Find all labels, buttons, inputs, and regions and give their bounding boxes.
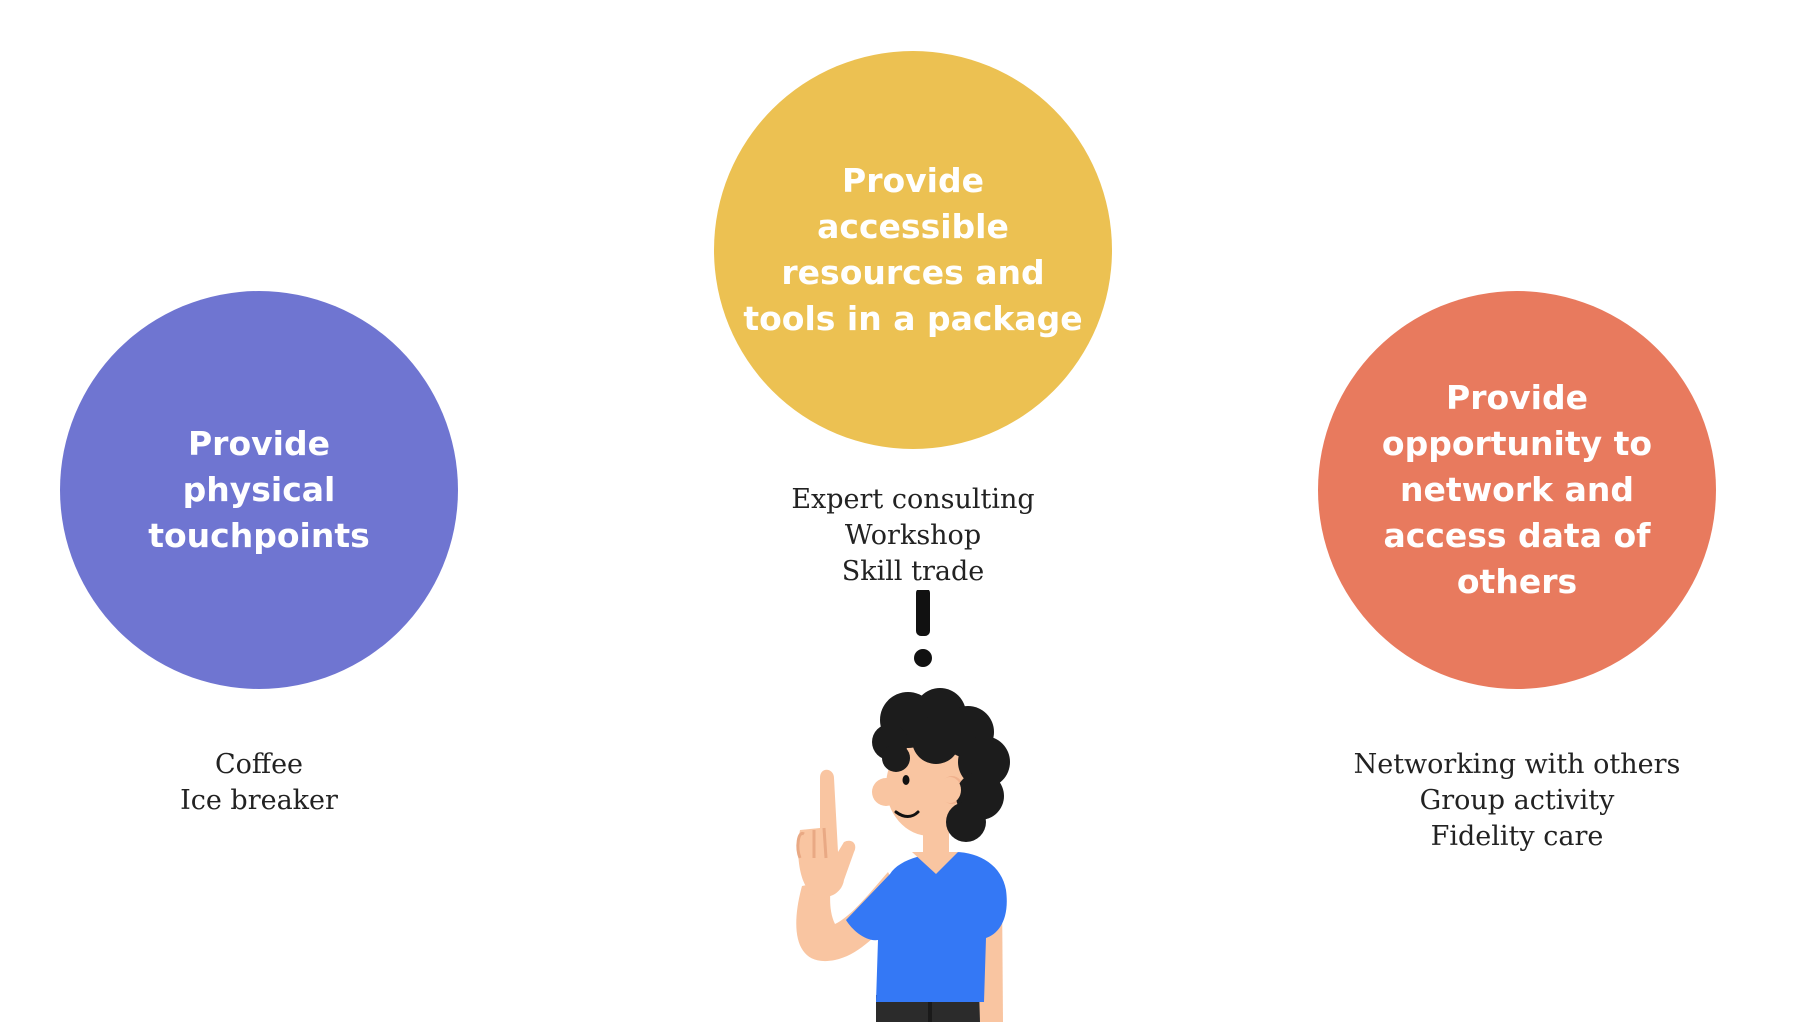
circle-label-line: others — [1456, 562, 1578, 601]
note-item: Workshop — [844, 520, 982, 551]
note-item: Group activity — [1419, 785, 1615, 816]
circle-label-line: accessible — [817, 207, 1009, 246]
circle-network-opportunity: Provide opportunity to network and acces… — [1318, 291, 1716, 689]
note-item: Ice breaker — [180, 785, 338, 816]
circle-physical-touchpoints: Provide physical touchpoints — [60, 291, 458, 689]
circle-label-line: Provide — [188, 424, 330, 463]
note-item: Skill trade — [841, 556, 985, 587]
circle-label-line: tools in a package — [743, 299, 1083, 338]
notes-physical-touchpoints: Coffee Ice breaker — [59, 747, 459, 819]
notes-accessible-resources: Expert consulting Workshop Skill trade — [713, 482, 1113, 590]
circle-label-line: physical — [182, 470, 336, 509]
circle-label-line: Provide — [1446, 378, 1588, 417]
circle-label-line: Provide — [842, 161, 984, 200]
notes-network-opportunity: Networking with others Group activity Fi… — [1317, 747, 1717, 855]
exclamation-icon — [914, 590, 932, 667]
note-item: Fidelity care — [1430, 821, 1604, 852]
circle-label-line: touchpoints — [148, 516, 370, 555]
circle-label: Provide physical touchpoints — [148, 421, 370, 559]
note-item: Networking with others — [1353, 749, 1681, 780]
circle-label-line: network and — [1400, 470, 1634, 509]
circle-label-line: resources and — [781, 253, 1045, 292]
circle-accessible-resources: Provide accessible resources and tools i… — [714, 51, 1112, 449]
circle-label-line: access data of — [1383, 516, 1651, 555]
circle-label: Provide accessible resources and tools i… — [743, 158, 1082, 342]
note-item: Expert consulting — [791, 484, 1035, 515]
circle-label-line: opportunity to — [1381, 424, 1653, 463]
note-item: Coffee — [214, 749, 304, 780]
person-idea-icon — [796, 590, 1010, 1022]
circle-label: Provide opportunity to network and acces… — [1382, 375, 1652, 605]
